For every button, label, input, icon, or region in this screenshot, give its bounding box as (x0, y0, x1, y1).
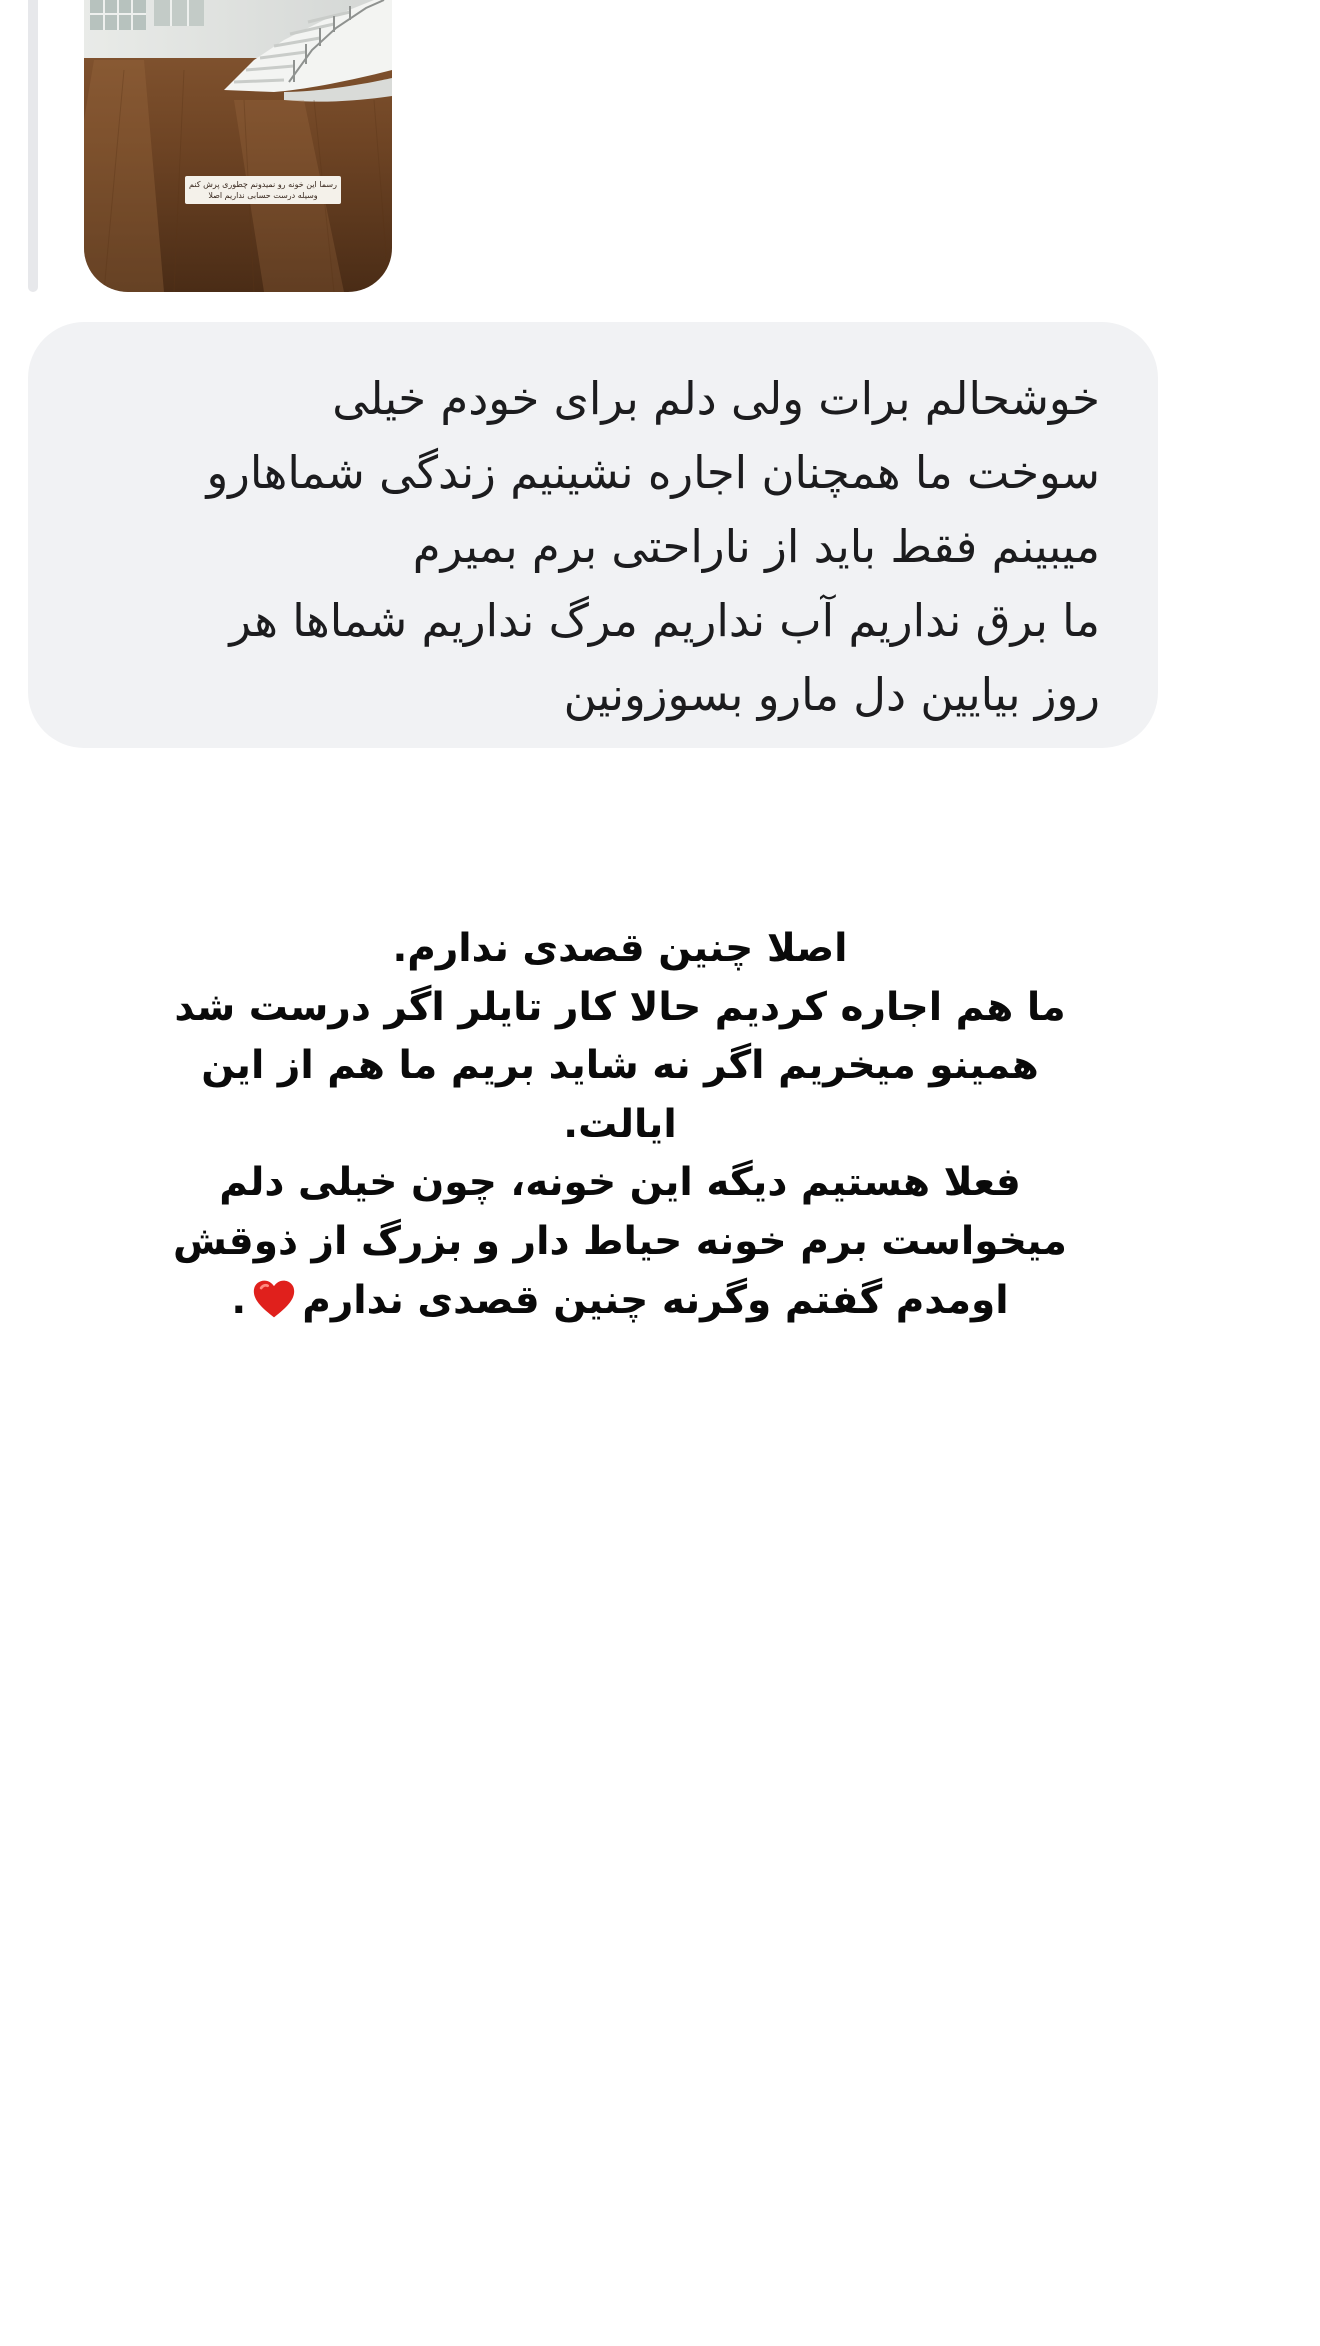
caption-line: همینو میخریم اگر نه شاید بریم ما هم از ا… (201, 1043, 1039, 1089)
message-line: روز بیایین دل مارو بسوزونین (563, 668, 1100, 721)
message-line: سوخت ما همچنان اجاره نشینیم زندگی شماهار… (206, 446, 1100, 499)
story-thumbnail[interactable]: رسما این خونه رو نمیدونم چطوری پرش کنم و… (84, 0, 392, 292)
caption-ending: . (231, 1277, 247, 1323)
reply-caption: اصلا چنین قصدی ندارم. ما هم اجاره کردیم … (120, 920, 1120, 1330)
story-thumbnail-caption: رسما این خونه رو نمیدونم چطوری پرش کنم و… (185, 176, 341, 204)
caption-line-last: اومدم گفتم وگرنه چنین قصدی ندارم. (120, 1272, 1120, 1331)
caption-last-text: اومدم گفتم وگرنه چنین قصدی ندارم (302, 1277, 1009, 1323)
message-bubble[interactable]: خوشحالم برات ولی دلم برای خودم خیلی سوخت… (28, 322, 1158, 748)
caption-line: میخواست برم خونه حیاط دار و بزرگ از ذوقش (173, 1218, 1067, 1264)
caption-line: فعلا هستیم دیگه این خونه، چون خیلی دلم (219, 1160, 1021, 1206)
thumbnail-caption-line: وسیله درست حسابی نداریم اصلا (208, 191, 318, 200)
message-line: خوشحالم برات ولی دلم برای خودم خیلی (332, 372, 1100, 425)
message-line: ما برق نداریم آب نداریم مرگ نداریم شماها… (229, 594, 1100, 647)
caption-line: ما هم اجاره کردیم حالا کار تایلر اگر درس… (174, 984, 1066, 1030)
thumbnail-caption-line: رسما این خونه رو نمیدونم چطوری پرش کنم (189, 180, 337, 189)
story-thumbnail-image (84, 0, 392, 292)
red-heart-icon (254, 1280, 295, 1317)
caption-line: ایالت. (563, 1101, 677, 1147)
caption-line: اصلا چنین قصدی ندارم. (392, 926, 848, 971)
reply-quote-bar (28, 0, 38, 292)
message-line: میبینم فقط باید از ناراحتی برم بمیرم (412, 520, 1100, 573)
heart-shape (254, 1280, 295, 1317)
